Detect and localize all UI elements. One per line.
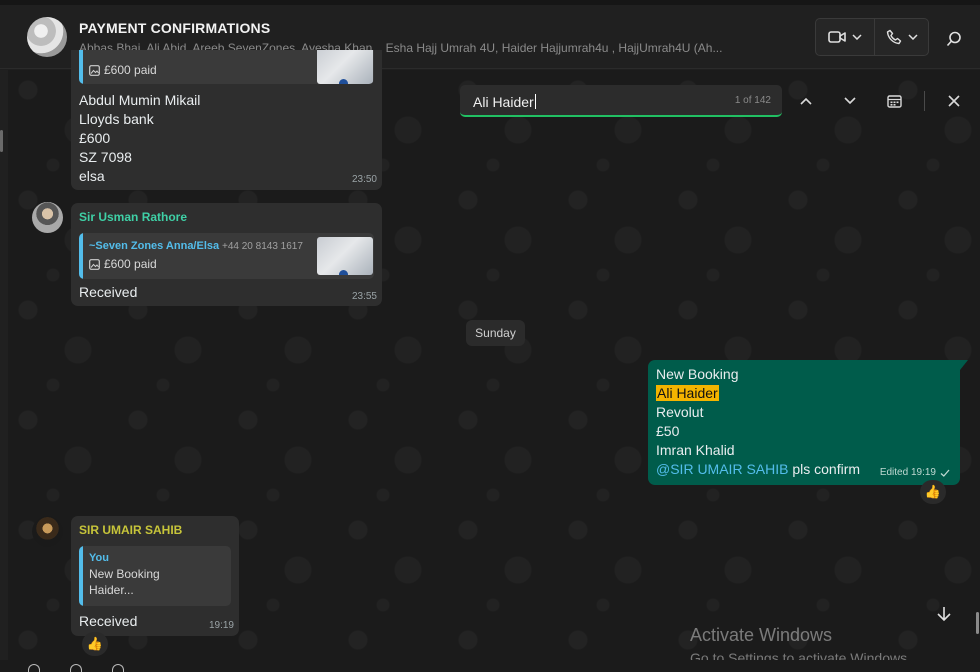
previous-result-button[interactable] xyxy=(792,87,820,115)
bubble-tail xyxy=(960,360,968,370)
edited-time: Edited 19:19 xyxy=(879,467,936,478)
message-line: @SIR UMAIR SAHIB pls confirm xyxy=(656,460,860,479)
check-icon xyxy=(940,469,950,477)
reaction-badge[interactable]: 👍 xyxy=(82,632,108,656)
message-line-suffix: pls confirm xyxy=(788,461,861,477)
calendar-icon xyxy=(886,95,902,108)
quote-text-label: £600 paid xyxy=(104,257,157,271)
chevron-down-icon xyxy=(844,97,856,105)
day-divider: Sunday xyxy=(466,320,525,346)
message-bubble[interactable]: £600 paid Abdul Mumin Mikail Lloyds bank… xyxy=(71,50,382,190)
search-button[interactable] xyxy=(942,27,966,51)
quote-accent xyxy=(79,546,83,606)
search-result-count: 1 of 142 xyxy=(734,95,771,106)
quote-text: New Booking xyxy=(89,567,160,581)
message-text: Abdul Mumin Mikail Lloyds bank £600 SZ 7… xyxy=(79,91,200,186)
message-text: Received xyxy=(79,284,138,300)
scrollbar-thumb[interactable] xyxy=(976,612,979,634)
search-match-highlight: Ali Haider xyxy=(656,385,719,401)
message-text: Received xyxy=(79,613,138,629)
message-line: Abdul Mumin Mikail xyxy=(79,92,201,108)
phone-icon xyxy=(886,29,901,45)
message-bubble[interactable]: SIR UMAIR SAHIB You New Booking Haider..… xyxy=(71,516,239,636)
message-text: New Booking Ali Haider Revolut £50 Imran… xyxy=(656,365,860,479)
message-time: 23:50 xyxy=(351,174,377,185)
reply-quote[interactable]: You New Booking Haider... xyxy=(79,546,231,606)
video-camera-icon xyxy=(828,31,846,43)
avatar[interactable] xyxy=(32,516,63,547)
message-line: £50 xyxy=(656,423,680,439)
attach-icon[interactable] xyxy=(70,664,82,672)
reaction-badge[interactable]: 👍 xyxy=(920,480,946,504)
composer-icons xyxy=(28,664,124,672)
image-icon xyxy=(89,258,100,270)
search-input[interactable]: Ali Haider xyxy=(473,94,536,110)
quote-thumbnail xyxy=(317,237,373,275)
message-line: Revolut xyxy=(656,404,704,420)
search-by-date-button[interactable] xyxy=(880,87,908,115)
sender-name[interactable]: SIR UMAIR SAHIB xyxy=(79,523,182,537)
quote-thumbnail xyxy=(317,50,373,84)
emoji-icon[interactable] xyxy=(28,664,40,672)
message-bubble-outgoing[interactable]: New Booking Ali Haider Revolut £50 Imran… xyxy=(648,360,968,485)
scroll-to-bottom-button[interactable] xyxy=(930,600,958,628)
chevron-down-icon xyxy=(907,34,918,40)
voice-call-button[interactable] xyxy=(875,18,929,56)
image-icon xyxy=(89,64,100,76)
left-edge xyxy=(0,70,8,672)
text-caret xyxy=(534,94,536,109)
quote-text: Haider... xyxy=(89,583,134,597)
activation-watermark-title: Activate Windows xyxy=(690,625,833,645)
quote-text: £600 paid xyxy=(89,257,157,271)
avatar[interactable] xyxy=(32,202,63,233)
left-edge-marker xyxy=(0,130,3,152)
message-line: elsa xyxy=(79,168,105,184)
message-bubble[interactable]: Sir Usman Rathore ~Seven Zones Anna/Elsa… xyxy=(71,203,382,306)
close-icon xyxy=(948,95,960,107)
message-status: Edited 19:19 xyxy=(880,467,950,478)
quote-author: You xyxy=(89,552,109,564)
message-line: £600 xyxy=(79,130,111,146)
sender-name[interactable]: Sir Usman Rathore xyxy=(79,210,187,224)
quote-author: ~Seven Zones Anna/Elsa xyxy=(89,240,220,252)
message-time: 19:19 xyxy=(208,620,234,631)
search-icon xyxy=(946,31,961,47)
chevron-up-icon xyxy=(800,97,812,105)
composer-bar xyxy=(0,660,980,672)
mention-link[interactable]: @SIR UMAIR SAHIB xyxy=(656,461,788,477)
reply-quote[interactable]: £600 paid xyxy=(79,50,374,84)
quote-accent xyxy=(79,233,83,279)
search-divider xyxy=(924,91,925,111)
message-line: Ali Haider xyxy=(656,384,860,403)
chat-title[interactable]: PAYMENT CONFIRMATIONS xyxy=(79,20,270,36)
quote-accent xyxy=(79,50,83,84)
close-search-button[interactable] xyxy=(940,87,968,115)
reply-quote[interactable]: ~Seven Zones Anna/Elsa +44 20 8143 1617 … xyxy=(79,233,374,279)
search-input-value: Ali Haider xyxy=(473,94,534,110)
message-search-field[interactable]: Ali Haider 1 of 142 xyxy=(460,85,782,117)
quote-text-label: £600 paid xyxy=(104,63,157,77)
group-avatar[interactable] xyxy=(27,17,67,57)
sticker-icon[interactable] xyxy=(112,664,124,672)
quote-phone: +44 20 8143 1617 xyxy=(222,241,303,252)
message-time: 23:55 xyxy=(351,291,377,302)
message-line: SZ 7098 xyxy=(79,149,132,165)
quote-text: £600 paid xyxy=(89,63,157,77)
arrow-down-icon xyxy=(937,607,951,622)
message-line: Lloyds bank xyxy=(79,111,154,127)
chevron-down-icon xyxy=(852,34,862,40)
next-result-button[interactable] xyxy=(836,87,864,115)
video-call-button[interactable] xyxy=(815,18,875,56)
message-line: New Booking xyxy=(656,366,739,382)
message-line: Imran Khalid xyxy=(656,442,735,458)
